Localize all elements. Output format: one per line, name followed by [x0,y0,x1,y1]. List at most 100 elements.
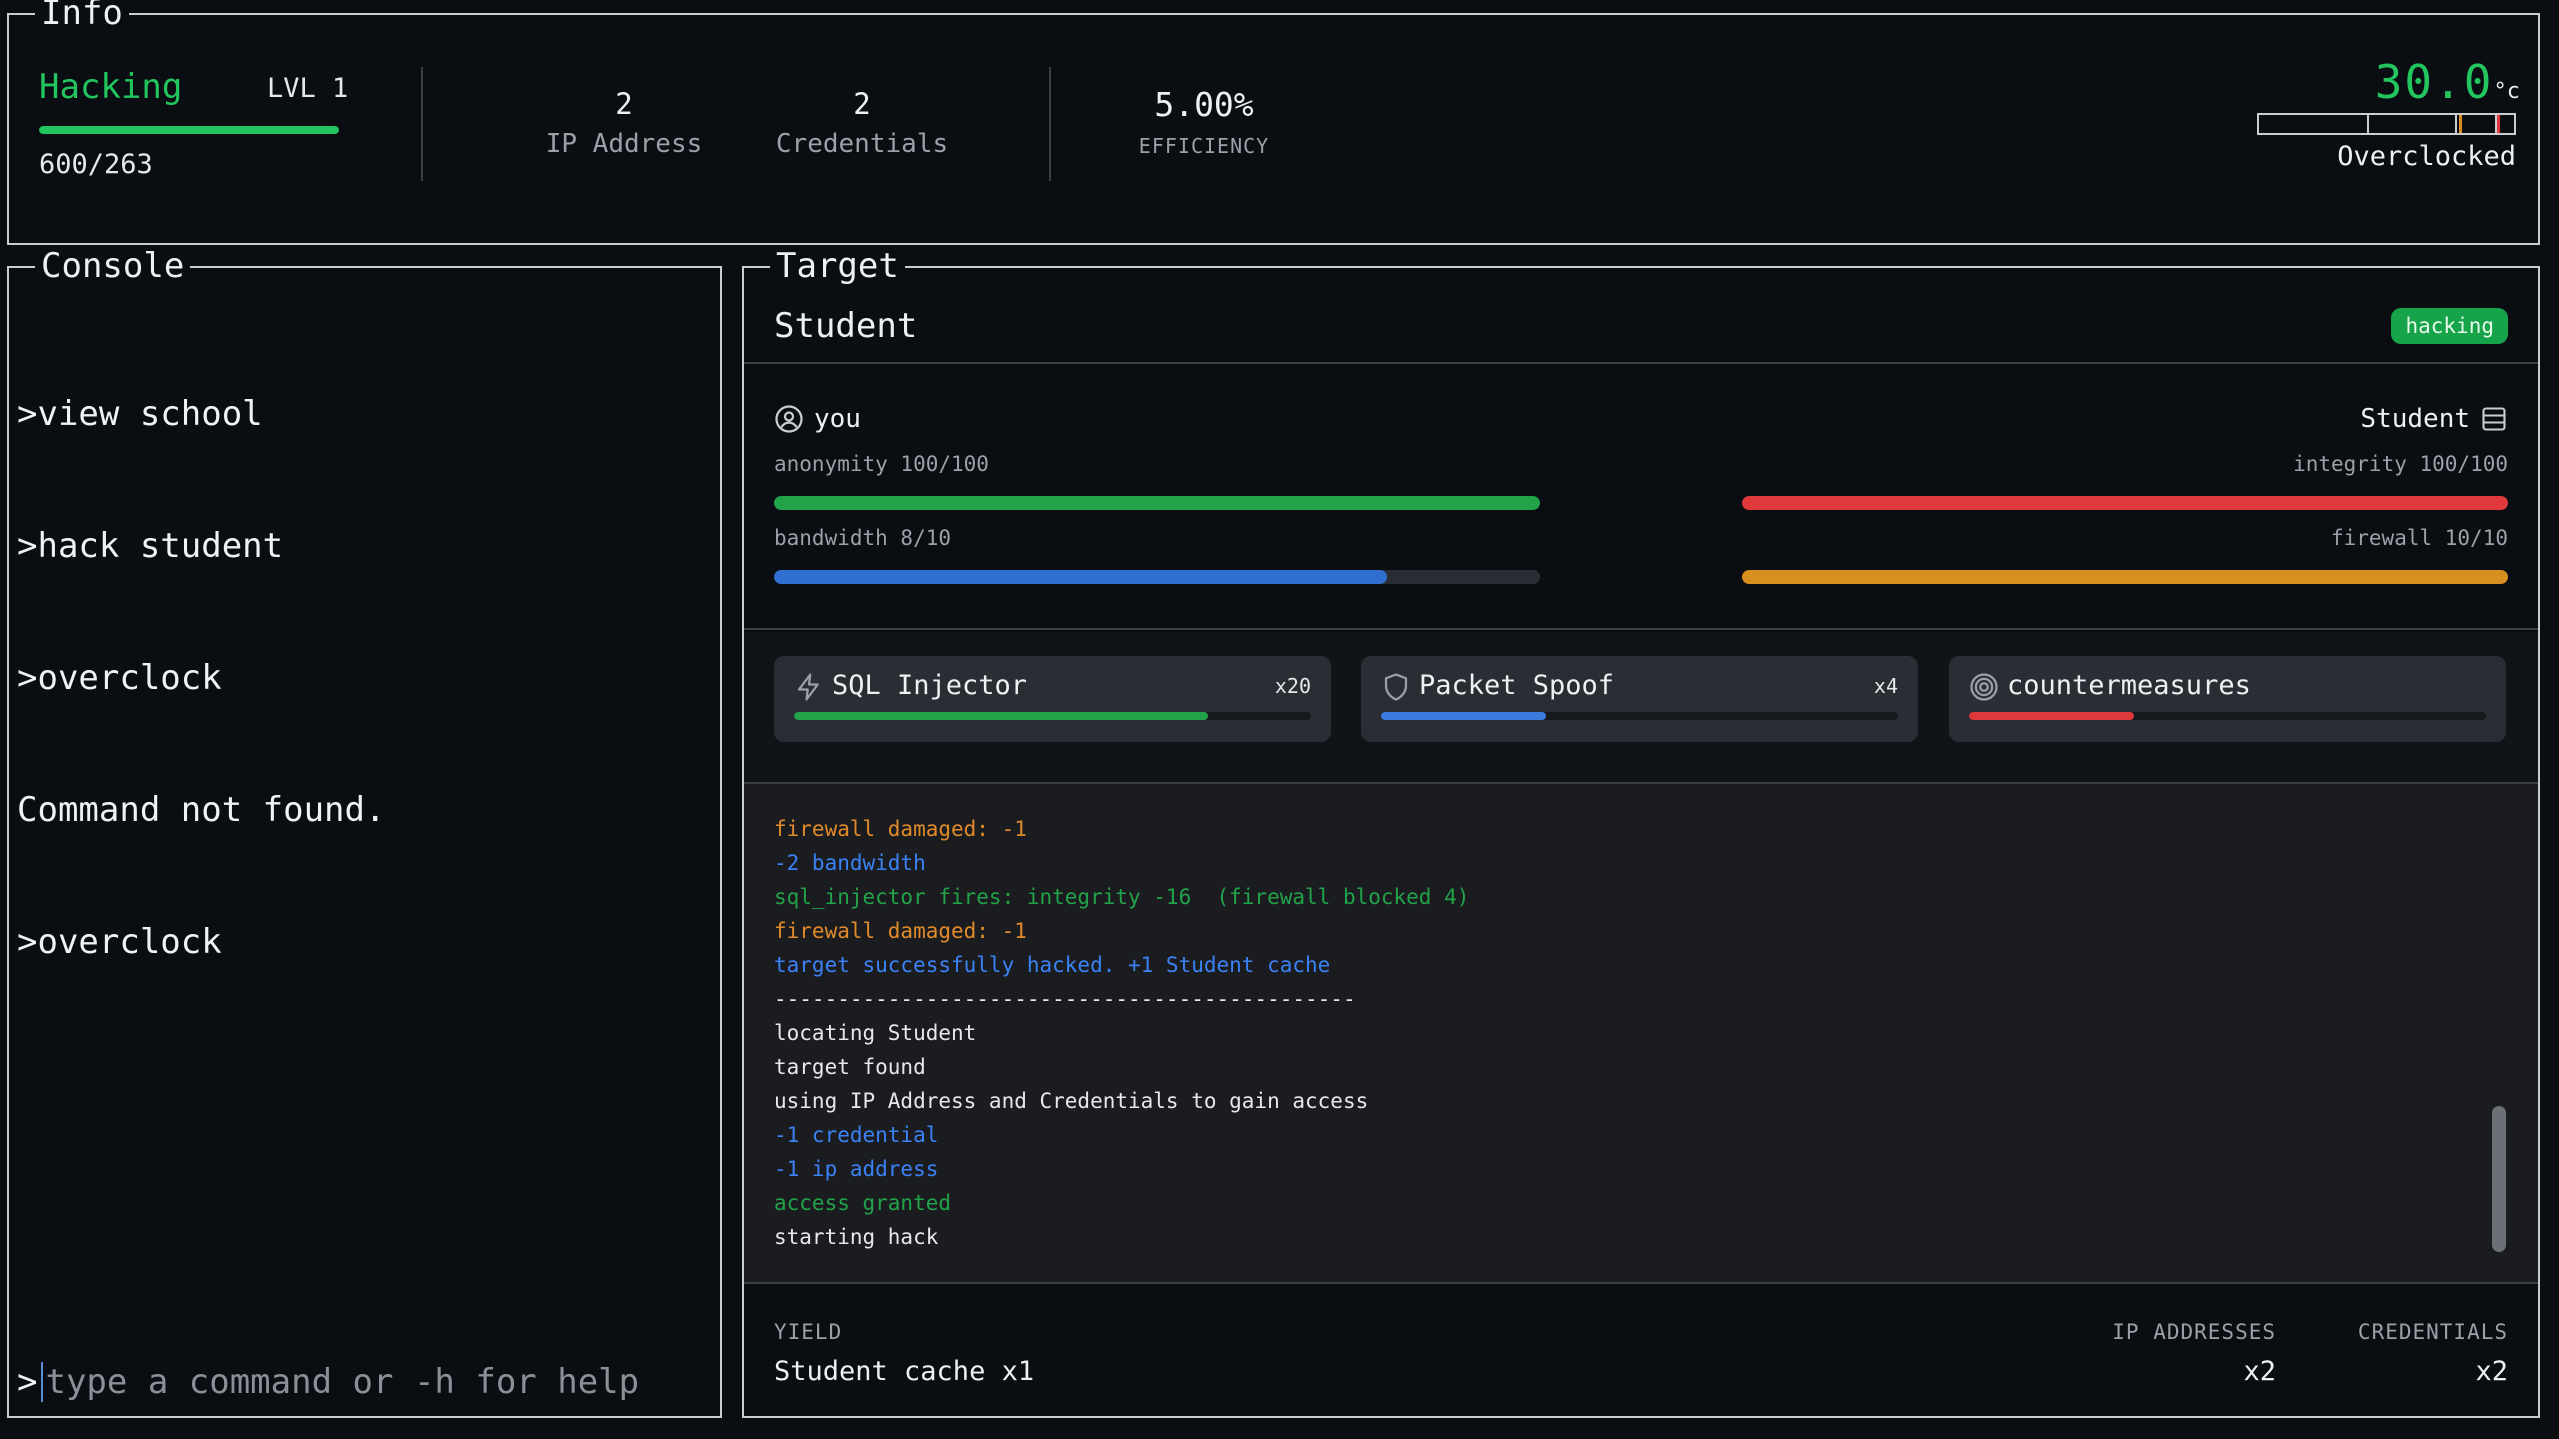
log-lines: firewall damaged: -1 -2 bandwidth sql_inje… [774,812,1469,1254]
credentials-count: 2 [853,87,871,121]
tool-progress-fill [1381,712,1547,720]
firewall-label: firewall 10/10 [2330,526,2508,550]
divider [1049,67,1051,181]
credentials-label: Credentials [775,129,949,159]
log-line: firewall damaged: -1 [774,919,1027,943]
enemy-header: Student [2360,404,2508,434]
log-line: target found [774,1055,926,1079]
log-scrollbar[interactable] [2492,1106,2506,1252]
firewall-bar [1742,570,2508,584]
status-badge: hacking [2391,308,2508,344]
yield-ip-label: IP ADDRESSES [2112,1320,2276,1344]
shield-icon [1381,672,1411,702]
gauge-marker-warn [2459,115,2462,133]
integrity-bar [1742,496,2508,510]
target-title: Target [770,246,905,286]
tool-name: Packet Spoof [1419,670,1615,701]
target-panel: Target Student hacking you anonymity 100… [742,246,2540,1418]
yield-credentials-label: CREDENTIALS [2357,1320,2508,1344]
tool-count: x20 [1274,674,1311,698]
target-name: Student [774,306,918,346]
divider [744,628,2538,630]
console-line: >view school [17,394,263,434]
efficiency-value: 5.00% [1154,85,1254,124]
bandwidth-label: bandwidth 8/10 [774,526,952,550]
yield-ip-value: x2 [2243,1356,2276,1387]
log-line: target successfully hacked. +1 Student c… [774,953,1331,977]
spiral-icon [1969,672,1999,702]
log-line: sql_injector fires: integrity -16 (firew… [774,885,1470,909]
user-circle-icon [774,404,804,434]
xp-value: 600/263 [39,149,153,180]
log-line: -1 ip address [774,1157,939,1181]
temperature-value: 30.0 [2374,55,2494,109]
server-icon [2480,405,2508,433]
log-line: firewall damaged: -1 [774,817,1027,841]
tool-name: SQL Injector [832,670,1028,701]
log-line: starting hack [774,1225,939,1249]
enemy-label: Student [2360,404,2470,434]
divider [744,1282,2538,1284]
gauge-marker-hot [2497,115,2500,133]
xp-bar-fill [39,126,339,134]
temperature-state: Overclocked [2337,141,2516,172]
console-panel: Console >view school >hack student >over… [7,246,722,1418]
tool-progress [1969,712,2486,720]
console-line: Command not found. [17,790,386,830]
firewall-bar-fill [1742,570,2508,584]
tool-packet-spoof[interactable]: Packet Spoof x4 [1361,656,1918,742]
yield-value: Student cache x1 [774,1356,1035,1387]
skill-level: LVL 1 [267,73,349,104]
temperature-gauge [2257,113,2516,135]
ip-address-stat: 2 IP Address [539,87,709,159]
integrity-label: integrity 100/100 [2293,452,2508,476]
log-line: locating Student [774,1021,977,1045]
skill-name: Hacking [39,67,183,107]
gauge-tick [2367,115,2369,133]
divider [421,67,423,181]
gauge-tick [2455,115,2457,133]
tool-progress [1381,712,1898,720]
console-title: Console [35,246,191,286]
console-output: >view school >hack student >overclock Co… [17,304,385,1052]
console-line: >hack student [17,526,284,566]
credentials-stat: 2 Credentials [767,87,957,159]
bolt-icon [794,672,824,702]
log-line: -2 bandwidth [774,851,926,875]
efficiency-stat: 5.00% EFFICIENCY [1119,85,1289,158]
yield-label: YIELD [774,1320,843,1344]
ip-address-count: 2 [615,87,633,121]
info-panel: Info Hacking LVL 1 600/263 2 IP Address … [7,0,2540,245]
tools-area: SQL Injector x20 Packet Spoof x4 counter… [744,632,2538,784]
log-line: -1 credential [774,1123,939,1147]
temperature-readout: 30.0°c [2375,55,2520,109]
tool-count: x4 [1873,674,1898,698]
tool-sql-injector[interactable]: SQL Injector x20 [774,656,1331,742]
log-line: access granted [774,1191,952,1215]
anonymity-label: anonymity 100/100 [774,452,989,476]
divider [744,362,2538,364]
bandwidth-bar-fill [774,570,1387,584]
tool-name: countermeasures [2007,670,2251,701]
tool-progress [794,712,1311,720]
efficiency-label: EFFICIENCY [1138,134,1270,158]
console-input-row: > [17,1362,682,1402]
log-line: ----------------------------------------… [774,987,1356,1011]
console-prompt: > [17,1362,38,1402]
xp-bar [39,126,339,134]
tool-progress-fill [794,712,1208,720]
console-input[interactable] [41,1362,682,1402]
log-line: using IP Address and Credentials to gain… [774,1089,1369,1113]
integrity-bar-fill [1742,496,2508,510]
anonymity-bar-fill [774,496,1540,510]
tool-countermeasures[interactable]: countermeasures [1949,656,2506,742]
anonymity-bar [774,496,1540,510]
bandwidth-bar [774,570,1540,584]
console-line: >overclock [17,922,222,962]
temperature-unit: °c [2493,79,2521,104]
you-header: you [774,404,861,434]
console-line: >overclock [17,658,222,698]
you-label: you [814,404,861,434]
info-title: Info [35,0,129,33]
tool-progress-fill [1969,712,2135,720]
